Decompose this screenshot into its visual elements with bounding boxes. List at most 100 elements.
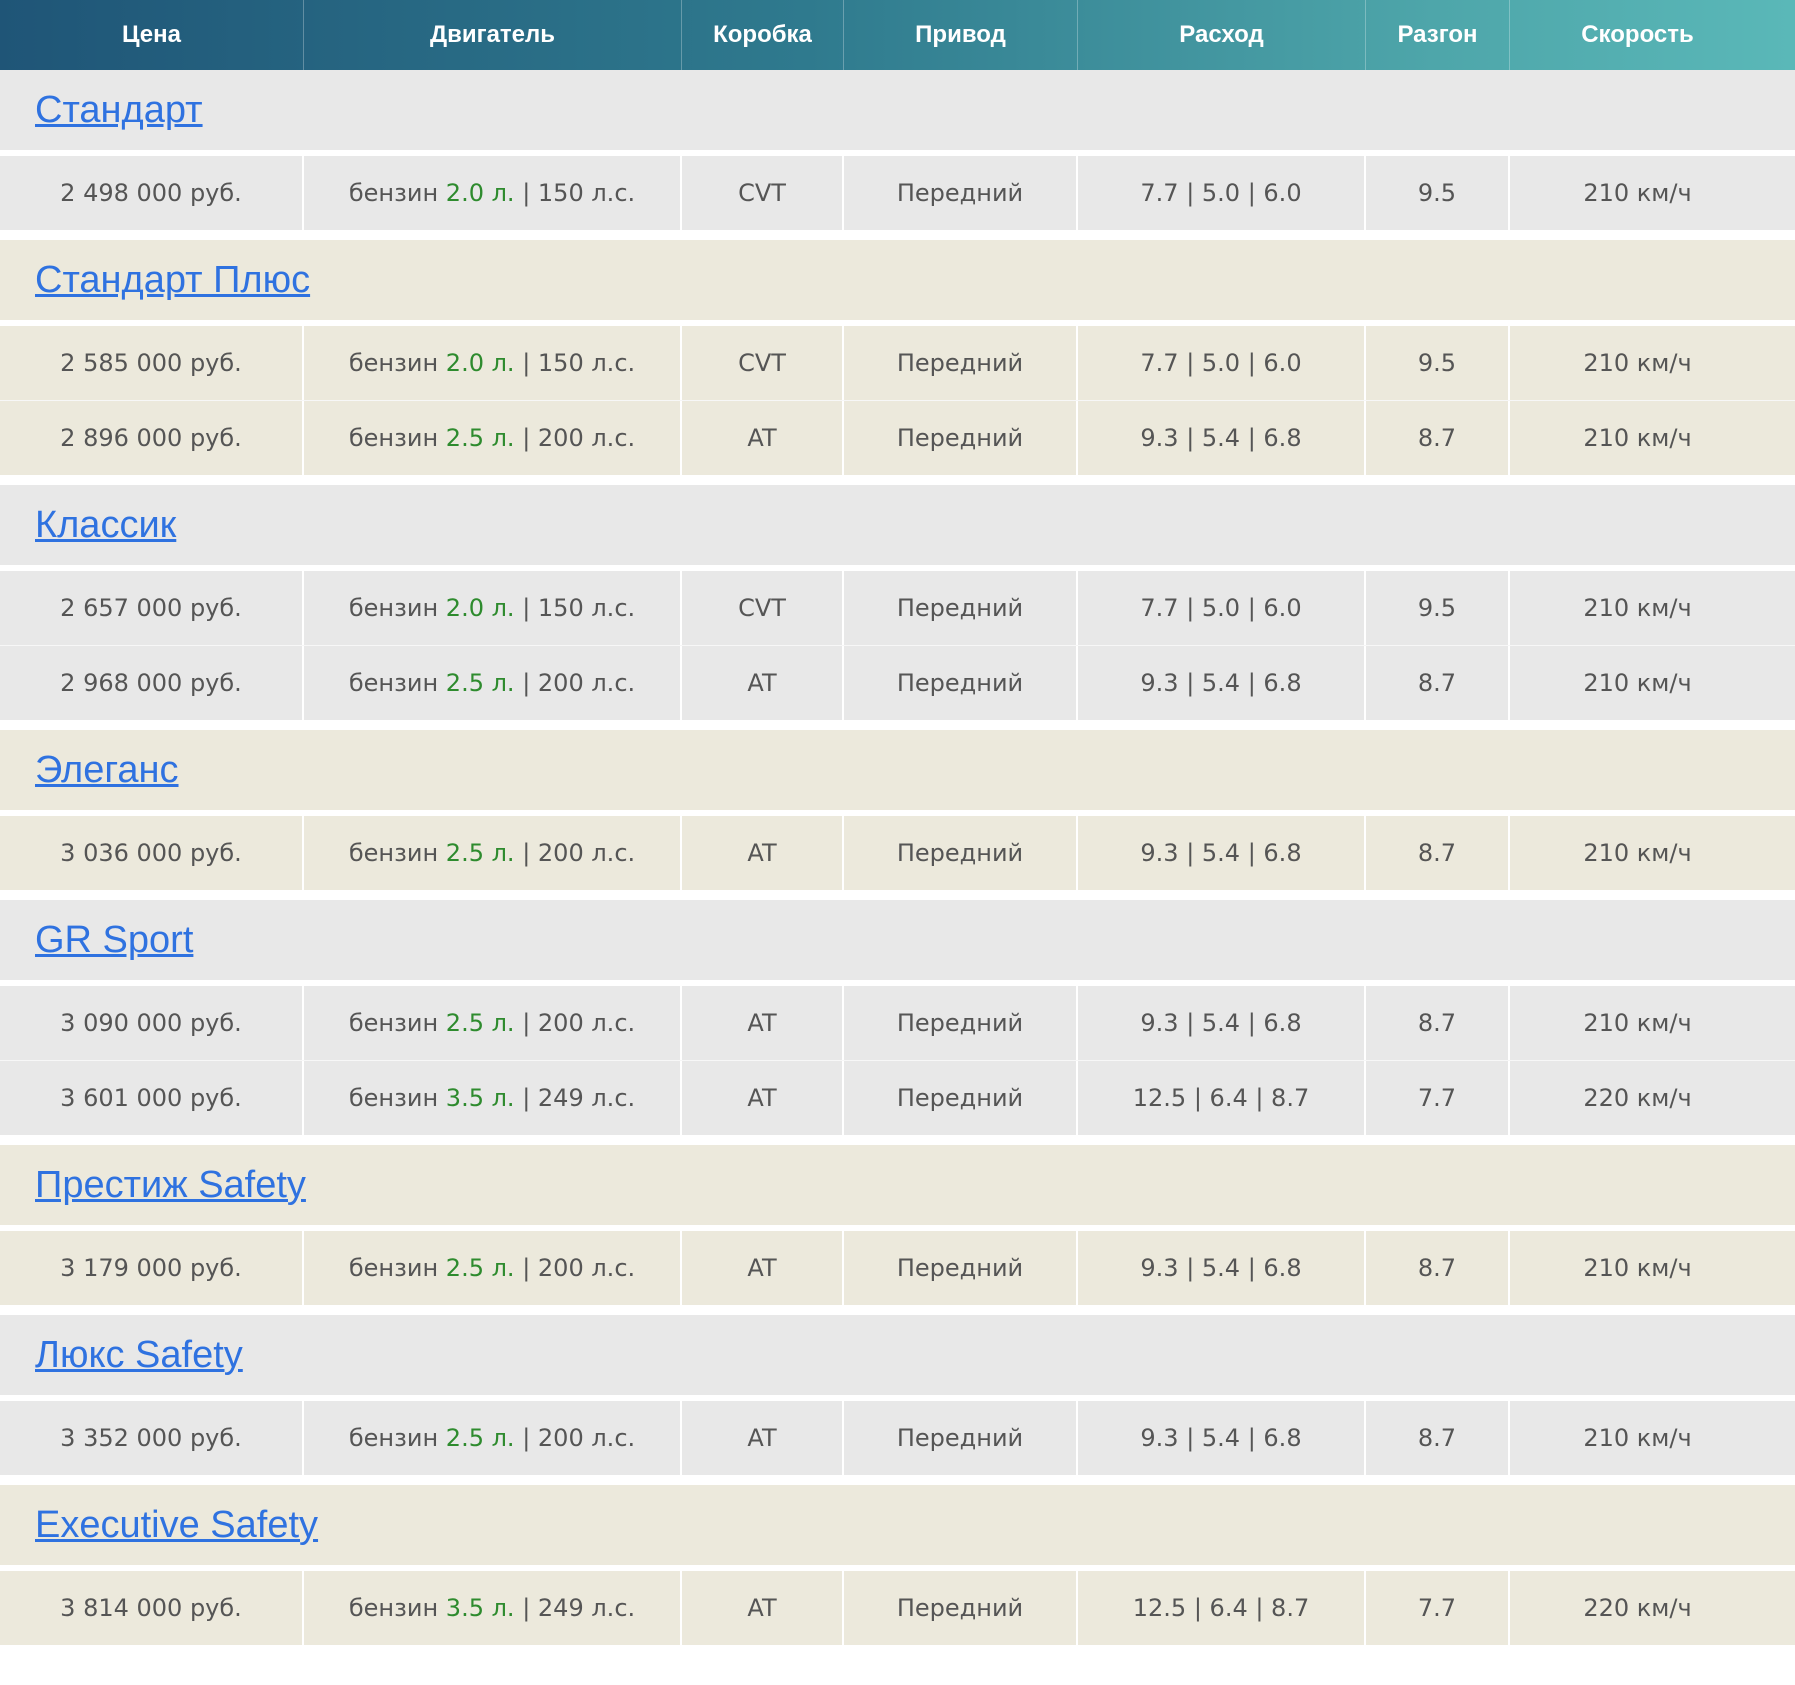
trim-title-row: Элеганс [0,730,1795,816]
consumption-cell: 12.5 | 6.4 | 8.7 [1078,1061,1366,1135]
engine-power: 249 л.с. [537,1594,636,1622]
consumption-cell: 7.7 | 5.0 | 6.0 [1078,326,1366,400]
fuel-type: бензин [348,669,439,697]
speed-cell: 210 км/ч [1583,839,1692,867]
acceleration-cell: 8.7 [1366,1231,1510,1305]
table-row: 3 036 000 руб. бензин 2.5 л. | 200 л.с. AT… [0,816,1795,890]
drive-cell: Передний [844,571,1078,645]
acceleration-cell: 8.7 [1366,646,1510,720]
trim-name-link[interactable]: Классик [35,504,176,547]
table-row: 2 657 000 руб. бензин 2.0 л. | 150 л.с. CV… [0,571,1795,645]
engine-power: 200 л.с. [537,1254,636,1282]
trim-name-link[interactable]: Executive Safety [35,1504,318,1547]
table-row: 3 352 000 руб. бензин 2.5 л. | 200 л.с. AT… [0,1401,1795,1475]
price-cell: 3 090 000 руб. [0,986,304,1060]
engine-cell: бензин 2.5 л. | 200 л.с. [304,1231,682,1305]
price-cell: 3 179 000 руб. [0,1231,304,1305]
table-header: Цена Двигатель Коробка Привод Расход Раз… [0,0,1795,70]
column-header-consumption: Расход [1078,0,1366,70]
speed-cell: 210 км/ч [1583,349,1692,377]
engine-power: 150 л.с. [537,594,636,622]
acceleration-cell: 7.7 [1366,1571,1510,1645]
consumption-cell: 12.5 | 6.4 | 8.7 [1078,1571,1366,1645]
engine-power: 200 л.с. [537,669,636,697]
fuel-type: бензин [348,594,439,622]
engine-cell: бензин 2.5 л. | 200 л.с. [304,401,682,475]
engine-power: 200 л.с. [537,1009,636,1037]
drive-cell: Передний [844,326,1078,400]
engine-cell: бензин 2.0 л. | 150 л.с. [304,571,682,645]
column-header-gearbox: Коробка [682,0,844,70]
speed-cell: 210 км/ч [1583,1254,1692,1282]
table-row: 2 498 000 руб. бензин 2.0 л. | 150 л.с. CV… [0,156,1795,230]
engine-volume: 2.5 л. [445,424,515,452]
table-row: 2 968 000 руб. бензин 2.5 л. | 200 л.с. AT… [0,645,1795,720]
acceleration-cell: 9.5 [1366,571,1510,645]
drive-cell: Передний [844,1401,1078,1475]
fuel-type: бензин [348,839,439,867]
trim-title-row: GR Sport [0,900,1795,986]
gearbox-cell: AT [682,401,844,475]
drive-cell: Передний [844,156,1078,230]
engine-power: 150 л.с. [537,349,636,377]
engine-volume: 2.5 л. [445,1254,515,1282]
trim-group: Стандарт Плюс 2 585 000 руб. бензин 2.0 л.… [0,240,1795,475]
speed-cell: 210 км/ч [1583,1009,1692,1037]
column-header-price: Цена [0,0,304,70]
trim-name-link[interactable]: GR Sport [35,919,193,962]
column-header-acceleration: Разгон [1366,0,1510,70]
trim-title-row: Стандарт [0,70,1795,156]
gearbox-cell: AT [682,1401,844,1475]
engine-volume: 3.5 л. [445,1084,515,1112]
consumption-cell: 9.3 | 5.4 | 6.8 [1078,401,1366,475]
table-row: 3 179 000 руб. бензин 2.5 л. | 200 л.с. AT… [0,1231,1795,1305]
trim-name-link[interactable]: Стандарт [35,89,203,132]
gearbox-cell: CVT [682,571,844,645]
drive-cell: Передний [844,816,1078,890]
drive-cell: Передний [844,1231,1078,1305]
consumption-cell: 7.7 | 5.0 | 6.0 [1078,156,1366,230]
engine-volume: 2.5 л. [445,669,515,697]
price-cell: 2 498 000 руб. [0,156,304,230]
fuel-type: бензин [348,1254,439,1282]
gearbox-cell: CVT [682,326,844,400]
engine-volume: 2.5 л. [445,1424,515,1452]
trim-name-link[interactable]: Люкс Safety [35,1334,243,1377]
speed-cell: 220 км/ч [1583,1594,1692,1622]
engine-cell: бензин 2.5 л. | 200 л.с. [304,646,682,720]
trim-group: Люкс Safety 3 352 000 руб. бензин 2.5 л. |… [0,1315,1795,1475]
gearbox-cell: AT [682,986,844,1060]
column-header-speed: Скорость [1581,21,1694,48]
gearbox-cell: AT [682,1061,844,1135]
gearbox-cell: CVT [682,156,844,230]
acceleration-cell: 8.7 [1366,1401,1510,1475]
gearbox-cell: AT [682,1231,844,1305]
table-row: 3 814 000 руб. бензин 3.5 л. | 249 л.с. AT… [0,1571,1795,1645]
trim-group: Классик 2 657 000 руб. бензин 2.0 л. | 150… [0,485,1795,720]
table-row: 3 601 000 руб. бензин 3.5 л. | 249 л.с. AT… [0,1060,1795,1135]
acceleration-cell: 8.7 [1366,401,1510,475]
trim-name-link[interactable]: Элеганс [35,749,179,792]
acceleration-cell: 8.7 [1366,986,1510,1060]
acceleration-cell: 7.7 [1366,1061,1510,1135]
engine-volume: 2.0 л. [445,349,515,377]
price-cell: 3 036 000 руб. [0,816,304,890]
consumption-cell: 9.3 | 5.4 | 6.8 [1078,1401,1366,1475]
fuel-type: бензин [348,1084,439,1112]
price-cell: 2 896 000 руб. [0,401,304,475]
engine-volume: 3.5 л. [445,1594,515,1622]
trim-price-table: Цена Двигатель Коробка Привод Расход Раз… [0,0,1795,1645]
trim-group: Престиж Safety 3 179 000 руб. бензин 2.5 л… [0,1145,1795,1305]
fuel-type: бензин [348,179,439,207]
consumption-cell: 9.3 | 5.4 | 6.8 [1078,986,1366,1060]
engine-volume: 2.0 л. [445,179,515,207]
fuel-type: бензин [348,349,439,377]
column-header-engine: Двигатель [304,0,682,70]
engine-cell: бензин 2.5 л. | 200 л.с. [304,1401,682,1475]
engine-cell: бензин 2.5 л. | 200 л.с. [304,986,682,1060]
trim-name-link[interactable]: Престиж Safety [35,1164,306,1207]
engine-power: 150 л.с. [537,179,636,207]
trim-title-row: Стандарт Плюс [0,240,1795,326]
drive-cell: Передний [844,1571,1078,1645]
trim-name-link[interactable]: Стандарт Плюс [35,259,310,302]
